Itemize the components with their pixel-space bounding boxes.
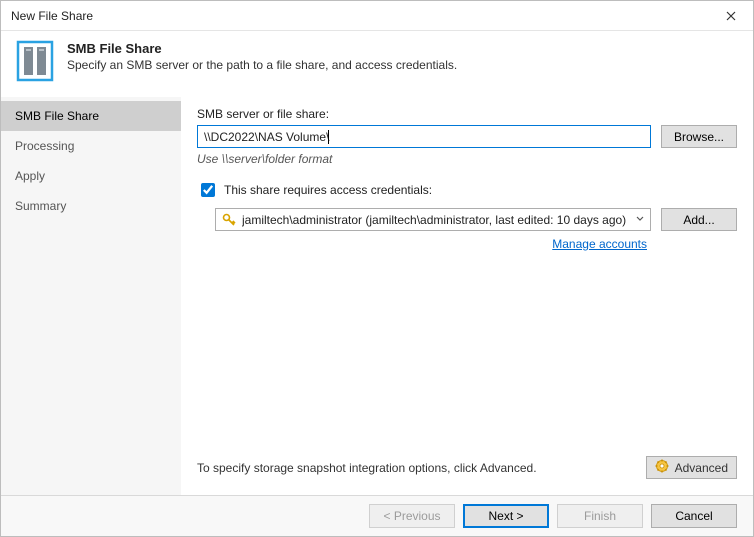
- sidebar-item-processing[interactable]: Processing: [1, 131, 181, 161]
- header-title: SMB File Share: [67, 41, 457, 56]
- finish-button: Finish: [557, 504, 643, 528]
- sidebar-item-smb-file-share[interactable]: SMB File Share: [1, 101, 181, 131]
- dialog-window: New File Share SMB File Share Specify an…: [0, 0, 754, 537]
- server-label: SMB server or file share:: [197, 107, 737, 121]
- server-input[interactable]: \\DC2022\NAS Volume\: [197, 125, 651, 148]
- add-credential-button[interactable]: Add...: [661, 208, 737, 231]
- dialog-header: SMB File Share Specify an SMB server or …: [1, 31, 753, 97]
- browse-button[interactable]: Browse...: [661, 125, 737, 148]
- sidebar-item-apply[interactable]: Apply: [1, 161, 181, 191]
- titlebar: New File Share: [1, 1, 753, 31]
- header-subtitle: Specify an SMB server or the path to a f…: [67, 58, 457, 72]
- key-icon: [222, 213, 236, 227]
- credentials-checkbox-label: This share requires access credentials:: [224, 183, 432, 197]
- advanced-hint-row: To specify storage snapshot integration …: [197, 456, 737, 487]
- credentials-combo[interactable]: jamiltech\administrator (jamiltech\admin…: [215, 208, 651, 231]
- dialog-body: SMB File Share Processing Apply Summary …: [1, 97, 753, 495]
- server-row: \\DC2022\NAS Volume\ Browse...: [197, 125, 737, 148]
- next-button[interactable]: Next >: [463, 504, 549, 528]
- advanced-hint-text: To specify storage snapshot integration …: [197, 461, 537, 475]
- manage-accounts-link[interactable]: Manage accounts: [552, 237, 647, 251]
- chevron-down-icon: [636, 214, 644, 225]
- gear-icon: [655, 459, 669, 476]
- cancel-button[interactable]: Cancel: [651, 504, 737, 528]
- credentials-checkbox-row: This share requires access credentials:: [197, 180, 737, 200]
- manage-accounts-row: Manage accounts: [197, 237, 737, 251]
- step-sidebar: SMB File Share Processing Apply Summary: [1, 97, 181, 495]
- credentials-combo-text: jamiltech\administrator (jamiltech\admin…: [242, 213, 630, 227]
- close-icon: [726, 11, 736, 21]
- format-hint: Use \\server\folder format: [197, 152, 737, 166]
- header-texts: SMB File Share Specify an SMB server or …: [67, 39, 457, 83]
- wizard-footer: < Previous Next > Finish Cancel: [1, 495, 753, 536]
- credentials-checkbox[interactable]: [201, 183, 215, 197]
- window-title: New File Share: [11, 9, 709, 23]
- file-share-icon: [15, 39, 55, 83]
- main-panel: SMB server or file share: \\DC2022\NAS V…: [181, 97, 753, 495]
- sidebar-item-summary[interactable]: Summary: [1, 191, 181, 221]
- advanced-button[interactable]: Advanced: [646, 456, 737, 479]
- close-button[interactable]: [709, 1, 753, 31]
- previous-button: < Previous: [369, 504, 455, 528]
- credentials-row: jamiltech\administrator (jamiltech\admin…: [197, 208, 737, 231]
